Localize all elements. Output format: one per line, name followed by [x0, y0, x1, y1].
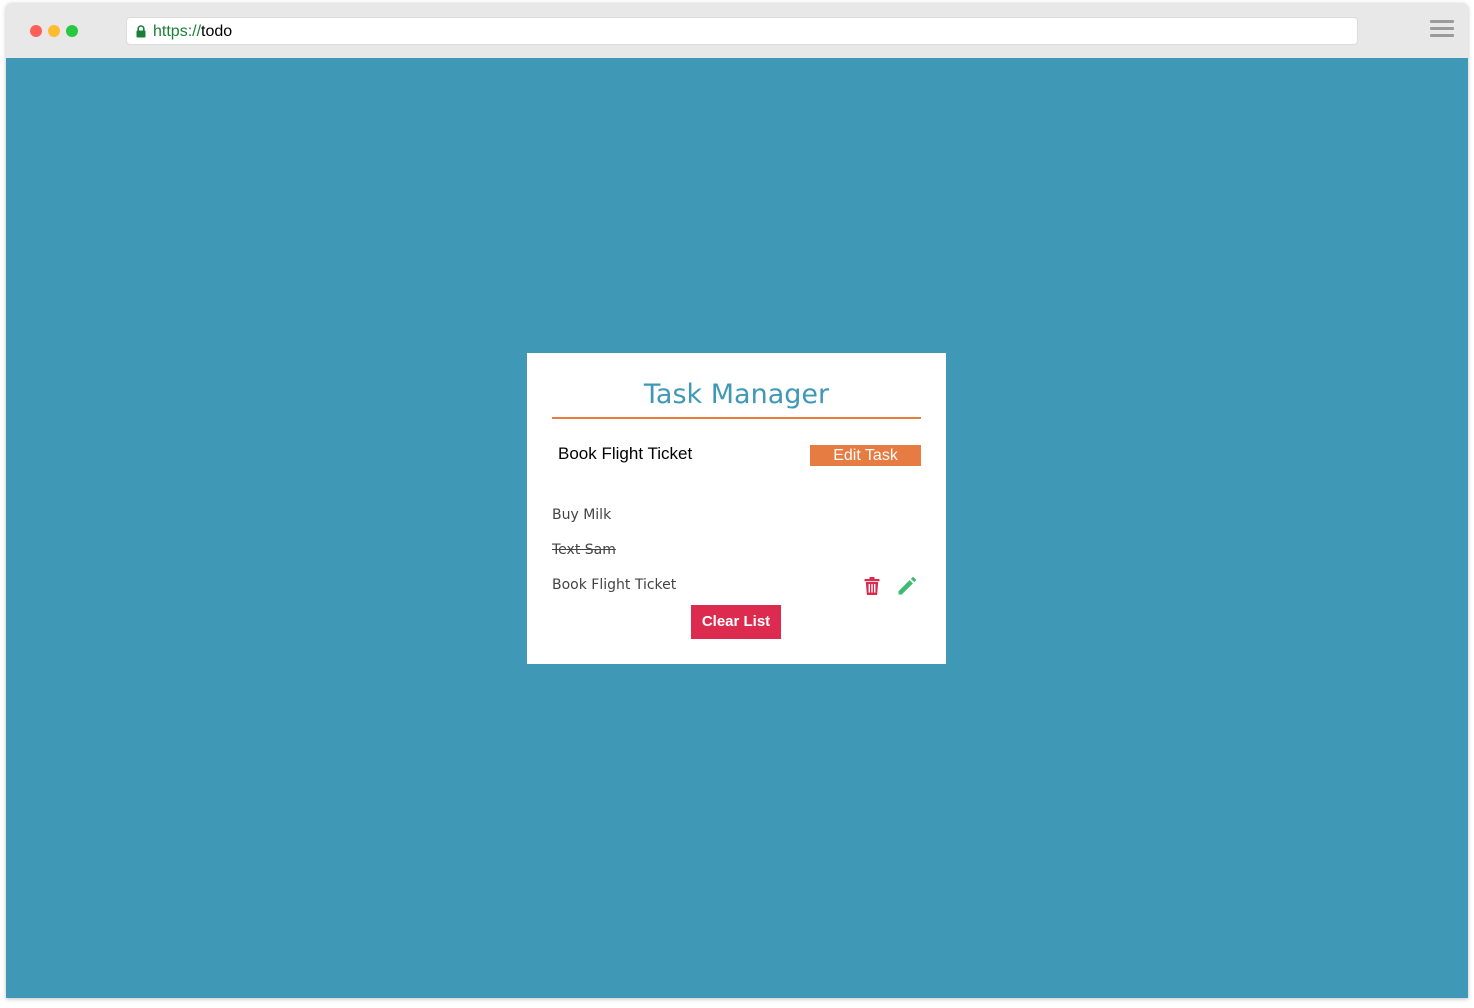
url-host: todo [201, 23, 233, 40]
minimize-window-button[interactable] [48, 25, 60, 37]
pencil-icon[interactable] [898, 577, 916, 595]
browser-window: https://todo Task Manager Edit Task Buy … [6, 3, 1468, 998]
hamburger-menu-icon[interactable] [1430, 20, 1454, 40]
url-text: https://todo [153, 23, 232, 41]
title-divider [552, 417, 921, 419]
task-item-book-flight-ticket[interactable]: Book Flight Ticket [552, 577, 676, 593]
page-viewport: Task Manager Edit Task Buy Milk Text Sam… [6, 58, 1468, 998]
page-title: Task Manager [643, 379, 830, 410]
clear-list-button[interactable]: Clear List [691, 605, 781, 639]
zoom-window-button[interactable] [66, 25, 78, 37]
task-manager-card: Task Manager Edit Task Buy Milk Text Sam… [527, 353, 946, 664]
edit-task-button[interactable]: Edit Task [810, 445, 921, 466]
task-item-text-sam[interactable]: Text Sam [552, 542, 616, 558]
lock-icon [136, 25, 146, 38]
address-bar[interactable]: https://todo [126, 17, 1358, 45]
url-scheme: https:// [153, 23, 202, 40]
browser-titlebar: https://todo [6, 3, 1468, 58]
close-window-button[interactable] [30, 25, 42, 37]
task-item-buy-milk[interactable]: Buy Milk [552, 507, 611, 523]
trash-icon[interactable] [864, 577, 880, 595]
task-input[interactable] [552, 443, 814, 465]
